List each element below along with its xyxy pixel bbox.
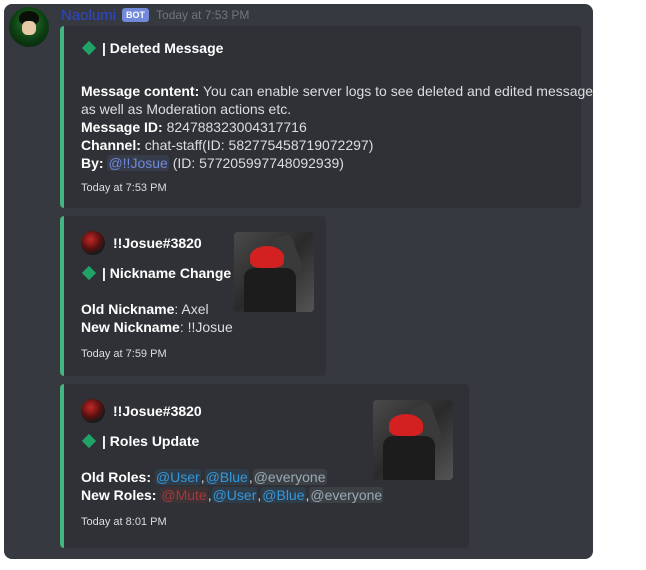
role-mention-mute[interactable]: @Mute — [160, 487, 208, 503]
embed-title: | Deleted Message — [81, 40, 223, 56]
message-content-field-cont: as well as Moderation actions etc. — [81, 101, 292, 117]
embed-author: !!Josue#3820 — [81, 399, 202, 423]
green-diamond-icon — [81, 265, 97, 281]
deleted-message-embed: | Deleted Message Message content: You c… — [60, 26, 593, 208]
new-nickname-field: New Nickname: !!Josue — [81, 319, 233, 335]
old-roles-field: Old Roles: @User,@Blue,@everyone — [81, 469, 327, 485]
old-nickname-field: Old Nickname: Axel — [81, 301, 209, 317]
role-mention-blue[interactable]: @Blue — [204, 469, 249, 485]
channel-field: Channel: chat-staff(ID: 5827754587190722… — [81, 137, 374, 153]
roles-update-embed: !!Josue#3820 | Roles Update Old Roles: @… — [60, 384, 469, 548]
bot-avatar[interactable] — [9, 7, 49, 47]
user-mention[interactable]: @!!Josue — [107, 155, 169, 171]
message-timestamp[interactable]: Today at 7:53 PM — [156, 8, 249, 22]
green-diamond-icon — [81, 40, 97, 56]
nickname-change-embed: !!Josue#3820 | Nickname Change Old Nickn… — [60, 216, 326, 376]
user-avatar[interactable] — [81, 399, 105, 423]
embed-author: !!Josue#3820 — [81, 231, 202, 255]
embed-footer: Today at 7:59 PM — [81, 348, 167, 360]
role-mention-user[interactable]: @User — [211, 487, 258, 503]
chat-panel: Naolumi BOT Today at 7:53 PM | Deleted M… — [4, 4, 593, 559]
message-header: Naolumi BOT Today at 7:53 PM — [61, 5, 249, 25]
bot-username[interactable]: Naolumi — [61, 7, 116, 24]
embed-thumbnail[interactable] — [234, 232, 314, 312]
embed-thumbnail[interactable] — [373, 400, 453, 480]
embed-footer: Today at 8:01 PM — [81, 516, 167, 528]
green-diamond-icon — [81, 433, 97, 449]
role-mention-user[interactable]: @User — [154, 469, 201, 485]
role-mention-everyone[interactable]: @everyone — [252, 469, 327, 485]
embed-footer: Today at 7:53 PM — [81, 182, 167, 194]
bot-badge: BOT — [122, 8, 150, 22]
role-mention-blue[interactable]: @Blue — [261, 487, 306, 503]
embed-title: | Nickname Change — [81, 265, 231, 281]
by-field: By: @!!Josue (ID: 577205997748092939) — [81, 155, 344, 171]
embed-title: | Roles Update — [81, 433, 199, 449]
message-id-field: Message ID: 824788323004317716 — [81, 119, 307, 135]
user-avatar[interactable] — [81, 231, 105, 255]
message-content-field: Message content: You can enable server l… — [81, 83, 593, 99]
role-mention-everyone[interactable]: @everyone — [309, 487, 384, 503]
new-roles-field: New Roles: @Mute,@User,@Blue,@everyone — [81, 487, 384, 503]
